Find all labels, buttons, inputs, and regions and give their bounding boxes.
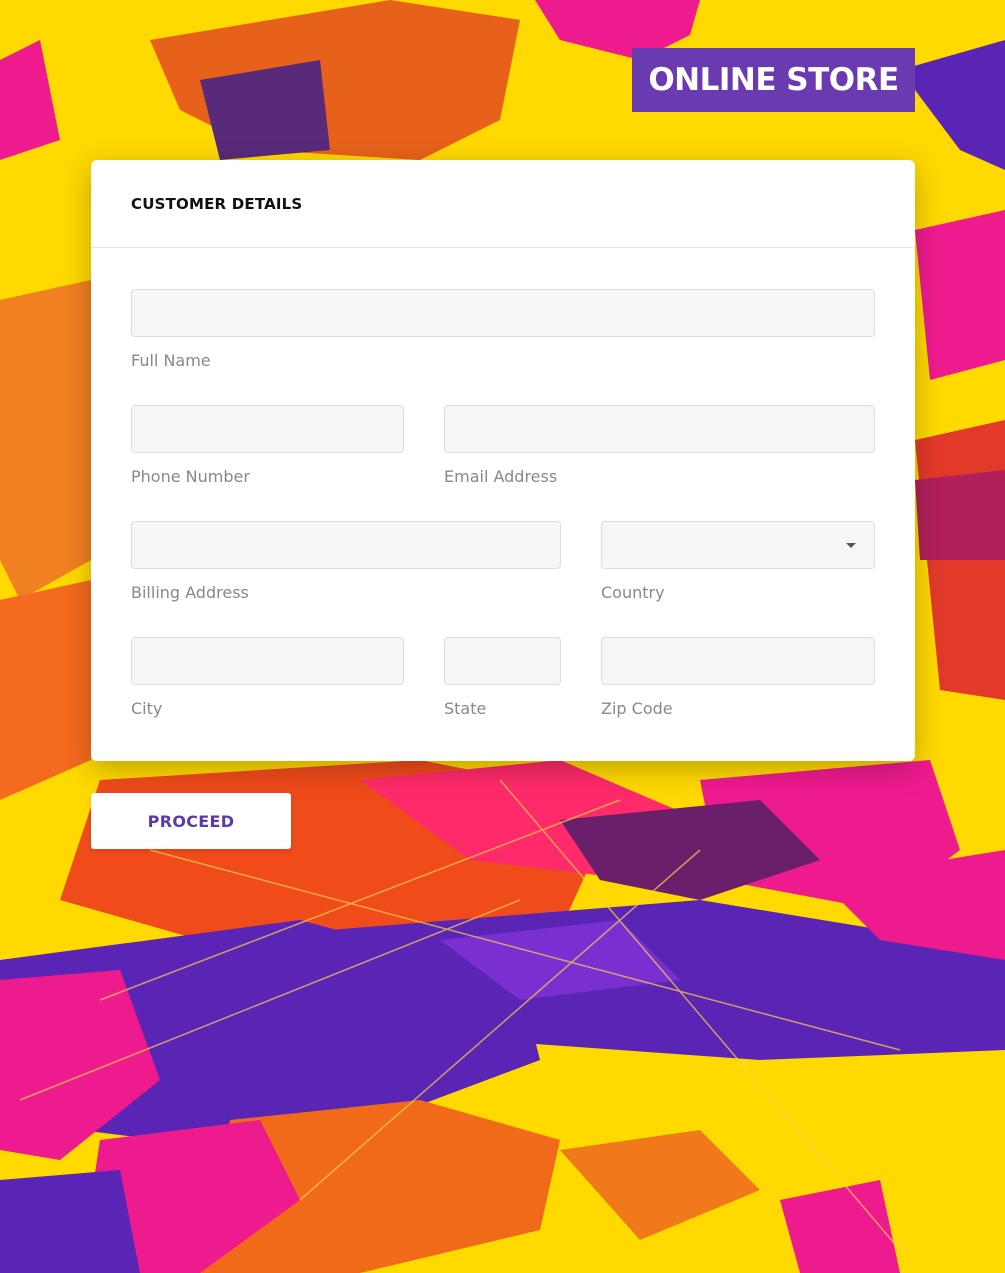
- full-name-group: Full Name: [131, 289, 875, 371]
- billing-address-input[interactable]: [131, 521, 561, 569]
- billing-address-label: Billing Address: [131, 583, 249, 602]
- city-label: City: [131, 699, 163, 718]
- state-group: State: [444, 637, 561, 719]
- full-name-input[interactable]: [131, 289, 875, 337]
- customer-details-card: CUSTOMER DETAILS Full Name Phone Number …: [91, 160, 915, 761]
- card-title: CUSTOMER DETAILS: [131, 194, 303, 213]
- city-group: City: [131, 637, 404, 719]
- billing-address-group: Billing Address: [131, 521, 561, 603]
- email-address-label: Email Address: [444, 467, 558, 486]
- phone-number-input[interactable]: [131, 405, 404, 453]
- zip-code-input[interactable]: [601, 637, 875, 685]
- email-address-input[interactable]: [444, 405, 875, 453]
- store-title: ONLINE STORE: [632, 48, 915, 112]
- chevron-down-icon: [846, 543, 856, 548]
- phone-number-group: Phone Number: [131, 405, 404, 487]
- country-label: Country: [601, 583, 665, 602]
- country-group: Country: [601, 521, 875, 603]
- card-header: CUSTOMER DETAILS: [91, 160, 915, 248]
- city-input[interactable]: [131, 637, 404, 685]
- state-input[interactable]: [444, 637, 561, 685]
- zip-code-label: Zip Code: [601, 699, 673, 718]
- zip-code-group: Zip Code: [601, 637, 875, 719]
- phone-number-label: Phone Number: [131, 467, 250, 486]
- country-select[interactable]: [601, 521, 875, 569]
- proceed-button[interactable]: PROCEED: [91, 793, 291, 849]
- state-label: State: [444, 699, 487, 718]
- email-address-group: Email Address: [444, 405, 875, 487]
- full-name-label: Full Name: [131, 351, 211, 370]
